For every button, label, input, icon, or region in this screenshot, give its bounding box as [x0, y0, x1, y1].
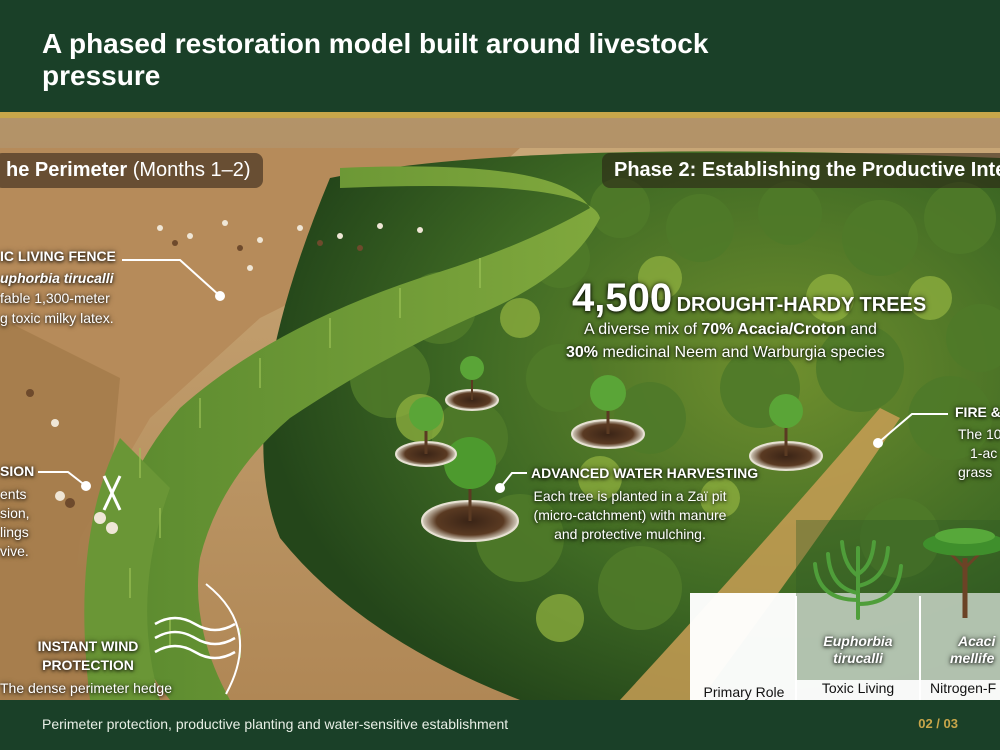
living-fence-line3: g toxic milky latex. — [0, 310, 114, 326]
fire-line2: 1-ac — [970, 445, 998, 461]
water-title: ADVANCED WATER HARVESTING — [531, 465, 759, 481]
wind-body: The dense perimeter hedge — [0, 680, 172, 696]
trees-line2: 30% medicinal Neem and Warburgia species — [566, 344, 885, 362]
table-col1-value: Toxic Living — [821, 680, 895, 696]
fire-line1: The 10 — [958, 426, 1000, 442]
phase1-label-text: he Perimeter — [6, 159, 128, 181]
page-number: 02 / 03 — [918, 716, 958, 731]
trees-count-label: DROUGHT-HARDY TREES — [676, 294, 927, 316]
trees-count: 4,500 — [572, 276, 673, 320]
living-fence-title: IC LIVING FENCE — [0, 248, 116, 264]
trees-line1: A diverse mix of 70% Acacia/Croton and — [584, 321, 877, 339]
water-line1: Each tree is planted in a Zaï pit — [533, 488, 727, 504]
erosion-line1: ents — [0, 486, 27, 502]
living-fence-line2: fable 1,300-meter — [0, 290, 110, 306]
trees-line2-bold: 30% — [566, 344, 599, 361]
slide-title: A phased restoration model built around … — [42, 28, 709, 91]
water-line2: (micro-catchment) with manure — [533, 507, 727, 523]
water-line3: and protective mulching. — [554, 526, 706, 542]
erosion-title: SION — [0, 463, 35, 479]
living-fence-species: uphorbia tirucalli — [0, 270, 114, 286]
table-col2-header: Acaci mellife — [922, 633, 1000, 667]
erosion-line3: lings — [0, 524, 29, 540]
slide-header: A phased restoration model built around … — [0, 0, 1000, 112]
table-col2-value: Nitrogen-F — [930, 680, 997, 696]
trees-headline: 4,500 DROUGHT-HARDY TREES — [572, 276, 926, 321]
slide-footer: Perimeter protection, productive plantin… — [0, 700, 1000, 750]
phase1-label-suffix: (Months 1–2) — [132, 159, 251, 181]
landscape-illustration — [0, 118, 1000, 700]
phase1-label: he Perimeter (Months 1–2) — [0, 153, 263, 188]
wind-title-line1: INSTANT WIND — [37, 638, 139, 654]
trees-line1-suffix: and — [850, 321, 877, 338]
erosion-line2: sion, — [0, 505, 30, 521]
trees-line1-bold: 70% Acacia/Croton — [701, 321, 846, 338]
table-col1-header: Euphorbia tirucalli — [798, 633, 918, 667]
trees-line1-prefix: A diverse mix of — [584, 321, 697, 338]
table-col1-line2: tirucalli — [833, 650, 883, 666]
table-col1-line1: Euphorbia — [823, 633, 893, 649]
restoration-illustration: he Perimeter (Months 1–2) Phase 2: Estab… — [0, 118, 1000, 700]
wind-title-line2: PROTECTION — [42, 657, 134, 673]
table-col2-line1: Acaci — [958, 633, 996, 649]
trees-line2-suffix: medicinal Neem and Warburgia species — [602, 344, 885, 361]
fire-line3: grass — [958, 464, 993, 480]
fire-title: FIRE & — [955, 404, 1000, 420]
table-col2-line2: mellife — [950, 650, 995, 666]
table-row-label: Primary Role — [703, 684, 785, 700]
footer-caption: Perimeter protection, productive plantin… — [42, 716, 509, 732]
phase2-label: Phase 2: Establishing the Productive Int… — [602, 153, 1000, 188]
erosion-line4: vive. — [0, 543, 29, 559]
